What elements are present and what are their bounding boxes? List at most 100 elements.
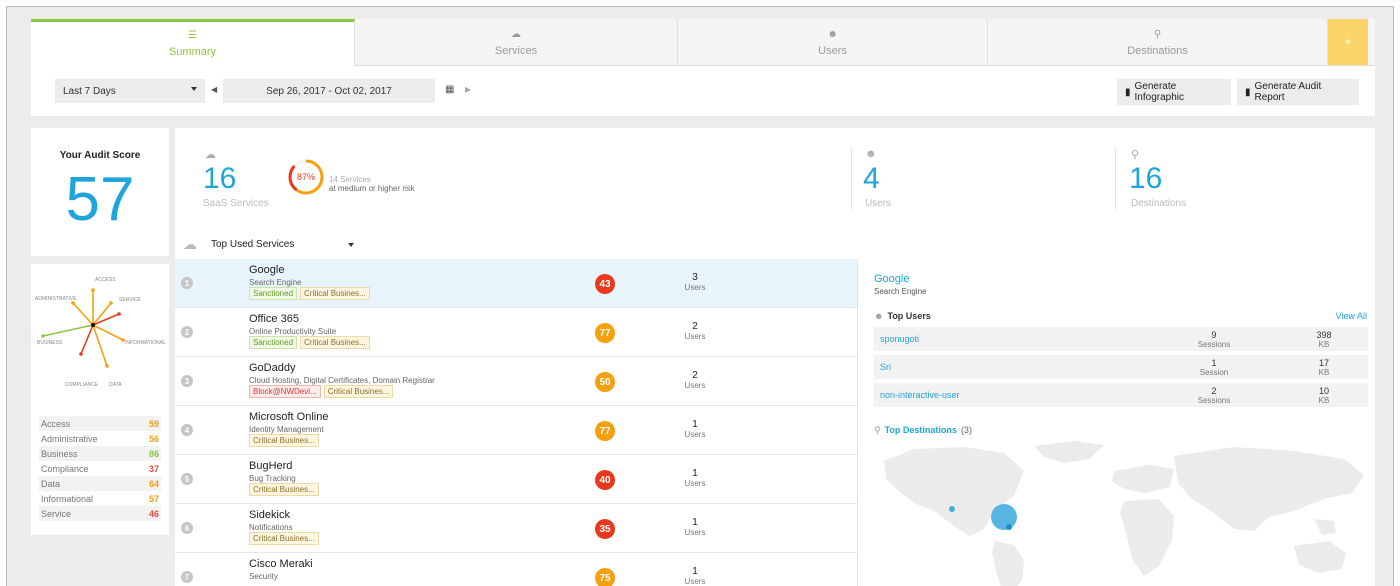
export-icon: ▮	[1245, 86, 1251, 98]
generate-infographic-button[interactable]: ▮ Generate Infographic	[1117, 79, 1231, 105]
radar-label-access: ACCESS	[95, 277, 116, 283]
pin-icon: ⚲	[874, 425, 881, 435]
user-kb: 10 KB	[1318, 386, 1330, 405]
risk-services-count: 14 Services	[329, 175, 371, 184]
risk-ring-chart: 87%	[288, 159, 324, 195]
service-category: Security	[249, 572, 278, 581]
top-used-services-select[interactable]: ☁ Top Used Services	[183, 236, 355, 253]
audit-score-title: Your Audit Score	[59, 150, 141, 161]
tab-services[interactable]: ☁ Services	[355, 19, 678, 66]
saas-label: SaaS Services	[203, 198, 269, 209]
top-destinations-heading: ⚲ Top Destinations (3)	[874, 425, 972, 435]
service-users: 2 Users	[684, 370, 706, 390]
service-row[interactable]: 3 GoDaddy Cloud Hosting, Digital Certifi…	[175, 357, 857, 406]
tag: Sanctioned	[249, 287, 298, 300]
next-date-icon[interactable]: ▶	[465, 85, 471, 94]
service-tags: Critical Busines...	[249, 532, 319, 545]
radar-label-data: DATA	[109, 382, 122, 388]
service-tags: Critical Busines...	[249, 483, 319, 496]
period-select[interactable]: Last 7 Days	[55, 79, 205, 103]
service-tags: Critical Busines...	[249, 434, 319, 447]
destinations-world-map[interactable]	[874, 441, 1368, 586]
risk-score-badge: 75	[595, 568, 615, 586]
service-users: 1 Users	[684, 517, 706, 537]
service-row[interactable]: 1 Google Search Engine Sanctioned Critic…	[175, 259, 857, 308]
service-row[interactable]: 6 Sidekick Notifications Critical Busine…	[175, 504, 857, 553]
service-name: GoDaddy	[249, 362, 296, 374]
metric-row: Administrative 56	[41, 433, 159, 444]
user-kb: 17 KB	[1318, 358, 1330, 377]
metric-row: Service 46	[39, 506, 161, 521]
toolbar: Last 7 Days ◀ Sep 26, 2017 - Oct 02, 201…	[31, 66, 1375, 116]
export-icon: ▮	[1125, 86, 1131, 98]
metric-row: Informational 57	[41, 493, 159, 504]
service-row[interactable]: 2 Office 365 Online Productivity Suite S…	[175, 308, 857, 357]
user-kb: 398 KB	[1316, 330, 1332, 349]
service-name: Microsoft Online	[249, 411, 329, 423]
service-detail-panel: Google Search Engine ☻ Top Users View Al…	[857, 259, 1375, 586]
user-row: Sri 1 Session 17 KB	[874, 355, 1368, 379]
destinations-count: 16	[1129, 162, 1163, 195]
score-radar-chart: ACCESS SERVICE INFORMATIONAL DATA COMPLI…	[35, 277, 166, 388]
tag: Critical Busines...	[323, 385, 394, 398]
view-all-link[interactable]: View All	[1336, 311, 1367, 321]
service-row[interactable]: 5 BugHerd Bug Tracking Critical Busines.…	[175, 455, 857, 504]
tag: Block@NWDevi...	[249, 385, 321, 398]
divider	[1115, 148, 1116, 210]
alert-toggle[interactable]: ⚬	[1328, 19, 1368, 65]
radar-label-administrative: ADMINISTRATIVE	[35, 296, 77, 302]
service-tags: Sanctioned Critical Busines...	[249, 287, 370, 300]
users-icon: ☻	[827, 28, 838, 40]
check-circle-icon: ⚬	[1342, 35, 1354, 49]
service-name: Cisco Meraki	[249, 558, 313, 570]
tag: Critical Busines...	[300, 287, 370, 300]
tab-destinations[interactable]: ⚲ Destinations	[988, 19, 1328, 66]
metric-row: Business 86	[39, 446, 161, 461]
tab-users[interactable]: ☻ Users	[678, 19, 988, 66]
top-users-heading: ☻ Top Users	[874, 311, 931, 321]
service-category: Cloud Hosting, Digital Certificates, Dom…	[249, 376, 435, 385]
tag: Critical Busines...	[300, 336, 370, 349]
service-name: Office 365	[249, 313, 299, 325]
list-icon: ☰	[188, 30, 197, 41]
service-category: Bug Tracking	[249, 474, 296, 483]
service-row[interactable]: 7 Cisco Meraki Security 75 1 Users	[175, 553, 857, 586]
caret-down-icon	[348, 242, 355, 247]
cloud-icon: ☁	[183, 236, 197, 252]
service-users: 1 Users	[684, 419, 706, 439]
services-list: 1 Google Search Engine Sanctioned Critic…	[175, 259, 857, 586]
user-link[interactable]: non-interactive-user	[880, 390, 960, 400]
tab-summary[interactable]: ☰ Summary	[31, 19, 355, 66]
rank-badge: 4	[181, 424, 193, 436]
risk-score-badge: 77	[595, 323, 615, 343]
user-row: non-interactive-user 2 Sessions 10 KB	[874, 383, 1368, 407]
risk-services-note: at medium or higher risk	[329, 184, 415, 193]
generate-audit-report-button[interactable]: ▮ Generate Audit Report	[1237, 79, 1359, 105]
divider	[31, 256, 169, 264]
service-users: 3 Users	[684, 272, 706, 292]
service-row[interactable]: 4 Microsoft Online Identity Management C…	[175, 406, 857, 455]
prev-date-icon[interactable]: ◀	[211, 85, 217, 94]
user-link[interactable]: sponugoti	[880, 334, 919, 344]
radar-label-business: BUSINESS	[37, 340, 63, 346]
calendar-icon[interactable]: ▦	[445, 84, 454, 95]
metric-row: Compliance 37	[41, 463, 159, 474]
service-tags: Sanctioned Critical Busines...	[249, 336, 370, 349]
divider	[851, 148, 852, 210]
service-category: Search Engine	[249, 278, 302, 287]
service-name: BugHerd	[249, 460, 293, 472]
summary-panel: ☁ 16 SaaS Services 87% 14 Services at me…	[175, 128, 1375, 259]
service-name: Sidekick	[249, 509, 290, 521]
service-users: 1 Users	[684, 566, 706, 586]
metric-row: Access 59	[39, 416, 161, 431]
user-link[interactable]: Sri	[880, 362, 891, 372]
risk-score-badge: 50	[595, 372, 615, 392]
cloud-icon: ☁	[205, 149, 216, 161]
user-sessions: 2 Sessions	[1197, 386, 1231, 405]
detail-service-link[interactable]: Google	[874, 273, 909, 285]
date-range-field[interactable]: Sep 26, 2017 - Oct 02, 2017	[223, 79, 435, 103]
top-users-list: sponugoti 9 Sessions 398 KB Sri 1 Session 1…	[874, 327, 1368, 411]
service-category: Online Productivity Suite	[249, 327, 337, 336]
risk-score-badge: 40	[595, 470, 615, 490]
radar-label-informational: INFORMATIONAL	[125, 340, 166, 346]
